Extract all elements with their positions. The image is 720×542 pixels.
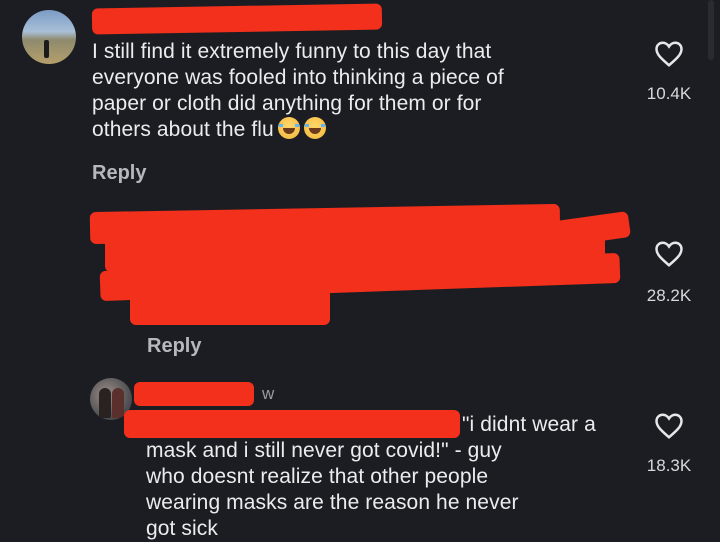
comment-line: paper or cloth did anything for them or … [92,92,482,115]
redacted-username [91,3,383,35]
like-count: 18.3K [646,456,692,475]
comment-line: I still find it extremely funny to this … [92,40,492,63]
comment-text: "i didnt wear a mask and i still never g… [146,412,626,542]
redacted-comment [130,285,330,325]
avatar[interactable] [22,10,76,64]
comment-line: everyone was fooled into thinking a piec… [92,66,504,89]
like-count: 28.2K [646,286,692,305]
comment-line: others about the flu [92,118,274,141]
redacted-username [134,382,254,406]
heart-outline-icon[interactable] [654,412,684,440]
comment-line: wearing masks are the reason he never [146,491,519,514]
heart-outline-icon[interactable] [654,40,684,68]
comments-screen: { "comments": [ { "lines": [ "I still fi… [0,0,720,540]
laughing-tears-emoji [303,117,326,139]
reply-button[interactable]: Reply [147,335,201,358]
comment-text: I still find it extremely funny to this … [92,39,504,143]
laughing-tears-emoji [277,117,300,139]
heart-outline-icon[interactable] [654,240,684,268]
like-count: 10.4K [646,84,692,103]
comment-line: who doesnt realize that other people [146,465,489,488]
comment-line: "i didnt wear a [462,413,596,436]
reply-button[interactable]: Reply [92,162,146,185]
comment-line: got sick [146,517,218,540]
timestamp: w [262,384,275,403]
comment-line: mask and i still never got covid!" - guy [146,439,502,462]
scrollbar[interactable] [708,0,714,60]
